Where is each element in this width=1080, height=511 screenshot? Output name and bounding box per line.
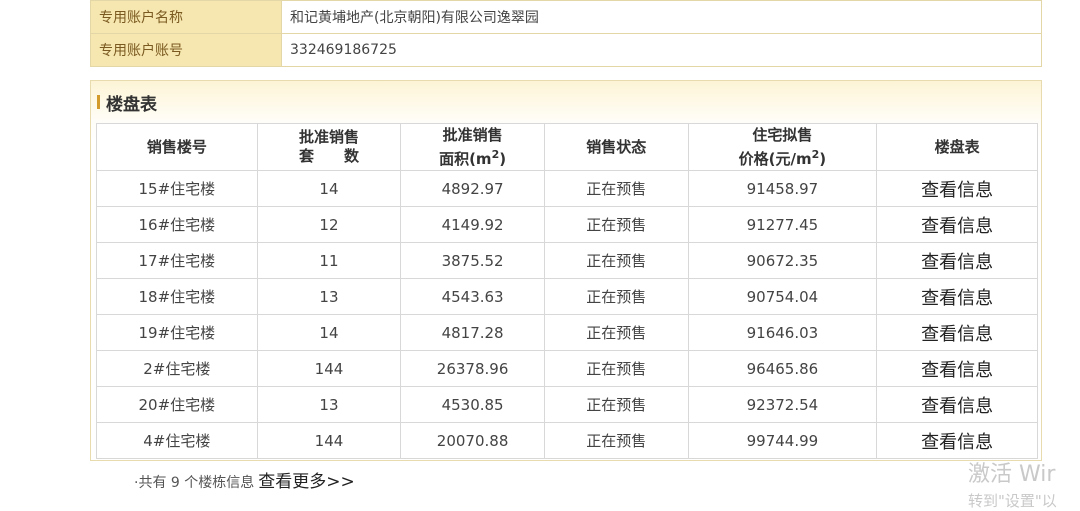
cell-status: 正在预售 [543,422,689,459]
building-count-text: ·共有 9 个楼栋信息 [134,475,255,491]
header-status: 销售状态 [543,123,689,171]
view-info-link[interactable]: 查看信息 [876,170,1038,207]
cell-status: 正在预售 [543,350,689,387]
section-title: 楼盘表 [106,94,157,115]
cell-area: 4530.85 [400,386,545,423]
cell-area: 4543.63 [400,278,545,315]
table-row: 20#住宅楼 13 4530.85 正在预售 92372.54 查看信息 [96,386,1038,423]
account-value: 和记黄埔地产(北京朝阳)有限公司逸翠园 [281,0,1042,34]
cell-area: 20070.88 [400,422,545,459]
cell-status: 正在预售 [543,206,689,243]
header-price: 住宅拟售 价格(元/m2) [687,123,878,171]
cell-units: 13 [256,278,402,315]
section-marker [97,95,100,109]
cell-building: 17#住宅楼 [96,242,258,279]
table-row: 18#住宅楼 13 4543.63 正在预售 90754.04 查看信息 [96,278,1038,315]
cell-area: 4817.28 [400,314,545,351]
section-header: 楼盘表 [97,91,157,115]
cell-building: 2#住宅楼 [96,350,258,387]
more-info-line: ·共有 9 个楼栋信息 查看更多>> [134,467,355,492]
view-info-link[interactable]: 查看信息 [876,314,1038,351]
view-info-link[interactable]: 查看信息 [876,242,1038,279]
account-label: 专用账户账号 [90,33,282,67]
cell-building: 18#住宅楼 [96,278,258,315]
table-header-row: 销售楼号 批准销售 套 数 批准销售 面积(m2) 销售状态 住宅拟售 价格(元… [96,123,1038,171]
table-row: 15#住宅楼 14 4892.97 正在预售 91458.97 查看信息 [96,170,1038,207]
cell-status: 正在预售 [543,386,689,423]
cell-units: 11 [256,242,402,279]
cell-price: 96465.86 [687,350,878,387]
activation-watermark: 激活 Wir [968,462,1056,487]
view-info-link[interactable]: 查看信息 [876,422,1038,459]
header-table-link: 楼盘表 [876,123,1038,171]
cell-price: 91646.03 [687,314,878,351]
cell-units: 144 [256,422,402,459]
table-row: 16#住宅楼 12 4149.92 正在预售 91277.45 查看信息 [96,206,1038,243]
cell-price: 99744.99 [687,422,878,459]
view-info-link[interactable]: 查看信息 [876,206,1038,243]
cell-price: 92372.54 [687,386,878,423]
account-value: 332469186725 [281,33,1042,67]
table-row: 19#住宅楼 14 4817.28 正在预售 91646.03 查看信息 [96,314,1038,351]
header-building: 销售楼号 [96,123,258,171]
cell-units: 13 [256,386,402,423]
account-row: 专用账户名称 和记黄埔地产(北京朝阳)有限公司逸翠园 [90,0,1042,34]
cell-status: 正在预售 [543,314,689,351]
account-row: 专用账户账号 332469186725 [90,33,1042,67]
view-info-link[interactable]: 查看信息 [876,386,1038,423]
table-row: 17#住宅楼 11 3875.52 正在预售 90672.35 查看信息 [96,242,1038,279]
cell-building: 20#住宅楼 [96,386,258,423]
cell-price: 90672.35 [687,242,878,279]
cell-status: 正在预售 [543,242,689,279]
cell-building: 4#住宅楼 [96,422,258,459]
header-units: 批准销售 套 数 [256,123,402,171]
building-table: 销售楼号 批准销售 套 数 批准销售 面积(m2) 销售状态 住宅拟售 价格(元… [96,123,1038,459]
view-info-link[interactable]: 查看信息 [876,350,1038,387]
activation-watermark-sub: 转到"设置"以 [968,492,1057,510]
cell-price: 91458.97 [687,170,878,207]
cell-area: 3875.52 [400,242,545,279]
view-info-link[interactable]: 查看信息 [876,278,1038,315]
cell-building: 19#住宅楼 [96,314,258,351]
table-row: 4#住宅楼 144 20070.88 正在预售 99744.99 查看信息 [96,422,1038,459]
cell-units: 144 [256,350,402,387]
cell-units: 14 [256,170,402,207]
cell-area: 26378.96 [400,350,545,387]
account-info-table: 专用账户名称 和记黄埔地产(北京朝阳)有限公司逸翠园 专用账户账号 332469186… [90,0,1042,67]
cell-status: 正在预售 [543,278,689,315]
cell-area: 4892.97 [400,170,545,207]
table-row: 2#住宅楼 144 26378.96 正在预售 96465.86 查看信息 [96,350,1038,387]
cell-status: 正在预售 [543,170,689,207]
header-area: 批准销售 面积(m2) [400,123,545,171]
view-more-link[interactable]: 查看更多>> [258,467,355,492]
cell-building: 16#住宅楼 [96,206,258,243]
cell-area: 4149.92 [400,206,545,243]
account-label: 专用账户名称 [90,0,282,34]
cell-price: 90754.04 [687,278,878,315]
cell-units: 14 [256,314,402,351]
cell-building: 15#住宅楼 [96,170,258,207]
cell-price: 91277.45 [687,206,878,243]
cell-units: 12 [256,206,402,243]
